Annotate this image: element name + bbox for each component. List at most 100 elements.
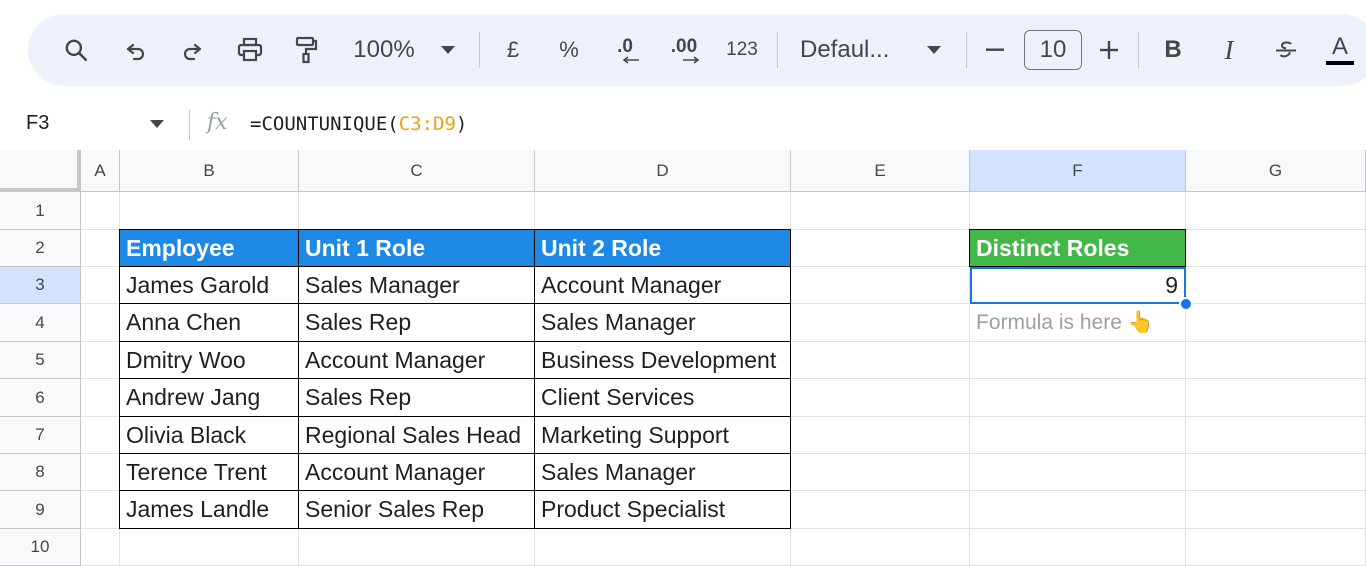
increase-font-size-button[interactable]	[1094, 14, 1124, 86]
table-cell[interactable]: Sales Manager	[534, 303, 791, 342]
column-header-d[interactable]: D	[535, 150, 791, 192]
table-cell[interactable]: Dmitry Woo	[119, 341, 299, 379]
cell[interactable]	[791, 267, 970, 304]
table-cell[interactable]: Client Services	[534, 378, 791, 417]
cell[interactable]	[970, 529, 1186, 566]
table-header-cell[interactable]: Unit 1 Role	[298, 229, 535, 267]
cell[interactable]	[970, 192, 1186, 230]
italic-button[interactable]: I	[1214, 14, 1244, 86]
print-button[interactable]	[230, 14, 270, 86]
cell[interactable]	[1186, 342, 1366, 379]
table-cell[interactable]: Sales Rep	[298, 303, 535, 342]
column-header-e[interactable]: E	[791, 150, 970, 192]
cell[interactable]	[81, 491, 120, 529]
cell[interactable]	[970, 379, 1186, 417]
table-cell[interactable]: James Landle	[119, 490, 299, 529]
decrease-decimal-button[interactable]: .0	[608, 14, 642, 86]
cell[interactable]	[791, 342, 970, 379]
cell[interactable]	[81, 230, 120, 267]
table-cell[interactable]: Sales Manager	[534, 453, 791, 491]
more-formats-button[interactable]: 123	[720, 14, 764, 86]
row-header-8[interactable]: 8	[0, 454, 81, 491]
table-header-cell[interactable]: Employee	[119, 229, 299, 267]
cell[interactable]	[81, 454, 120, 491]
table-header-cell[interactable]: Unit 2 Role	[534, 229, 791, 267]
cell[interactable]	[791, 192, 970, 230]
cell[interactable]	[299, 529, 535, 566]
cell[interactable]	[791, 379, 970, 417]
zoom-select[interactable]: 100%	[346, 14, 422, 86]
cell[interactable]	[1186, 529, 1366, 566]
row-header-3[interactable]: 3	[0, 267, 81, 304]
text-color-button[interactable]: A	[1324, 14, 1356, 86]
row-header-4[interactable]: 4	[0, 304, 81, 342]
caret-down-icon[interactable]	[150, 120, 164, 128]
row-header-1[interactable]: 1	[0, 192, 81, 230]
formula-input[interactable]: =COUNTUNIQUE(C3:D9)	[250, 113, 467, 135]
cell[interactable]	[970, 491, 1186, 529]
cell[interactable]	[970, 342, 1186, 379]
table-cell[interactable]: Terence Trent	[119, 453, 299, 491]
row-header-5[interactable]: 5	[0, 342, 81, 379]
fill-handle[interactable]	[1179, 297, 1193, 311]
cell[interactable]	[791, 230, 970, 267]
table-cell[interactable]: Product Specialist	[534, 490, 791, 529]
cell[interactable]	[791, 454, 970, 491]
row-header-7[interactable]: 7	[0, 417, 81, 454]
cell[interactable]	[535, 529, 791, 566]
column-header-a[interactable]: A	[81, 150, 120, 192]
cell[interactable]	[81, 342, 120, 379]
cell[interactable]	[120, 192, 299, 230]
cell[interactable]	[81, 192, 120, 230]
column-header-g[interactable]: G	[1186, 150, 1366, 192]
bold-button[interactable]: B	[1158, 14, 1188, 86]
cell[interactable]	[791, 417, 970, 454]
cell[interactable]	[1186, 379, 1366, 417]
result-value-cell[interactable]: 9	[970, 267, 1186, 304]
table-cell[interactable]: Sales Rep	[298, 378, 535, 417]
cell[interactable]	[81, 379, 120, 417]
cell[interactable]	[791, 491, 970, 529]
column-header-b[interactable]: B	[120, 150, 299, 192]
select-all-corner[interactable]	[0, 150, 81, 192]
table-cell[interactable]: Sales Manager	[298, 266, 535, 304]
font-size-input[interactable]: 10	[1023, 14, 1083, 86]
column-header-f[interactable]: F	[970, 150, 1186, 192]
cell[interactable]	[970, 417, 1186, 454]
cell[interactable]	[81, 304, 120, 342]
table-cell[interactable]: Account Manager	[534, 266, 791, 304]
table-cell[interactable]: Senior Sales Rep	[298, 490, 535, 529]
row-header-2[interactable]: 2	[0, 230, 81, 267]
font-select[interactable]: Defaul...	[800, 14, 908, 86]
cell[interactable]	[1186, 192, 1366, 230]
zoom-dropdown[interactable]	[434, 14, 462, 86]
decrease-font-size-button[interactable]	[980, 14, 1010, 86]
table-cell[interactable]: Andrew Jang	[119, 378, 299, 417]
table-cell[interactable]: James Garold	[119, 266, 299, 304]
row-header-10[interactable]: 10	[0, 529, 81, 566]
percent-format-button[interactable]: %	[554, 14, 584, 86]
table-cell[interactable]: Anna Chen	[119, 303, 299, 342]
cell[interactable]	[791, 304, 970, 342]
table-cell[interactable]: Regional Sales Head	[298, 416, 535, 454]
result-header-cell[interactable]: Distinct Roles	[969, 229, 1186, 267]
table-cell[interactable]: Account Manager	[298, 341, 535, 379]
cell[interactable]	[81, 267, 120, 304]
strikethrough-button[interactable]	[1270, 14, 1302, 86]
undo-button[interactable]	[118, 14, 154, 86]
font-dropdown[interactable]	[920, 14, 948, 86]
table-cell[interactable]: Marketing Support	[534, 416, 791, 454]
cell[interactable]	[535, 192, 791, 230]
cell[interactable]	[1186, 304, 1366, 342]
currency-format-button[interactable]: £	[498, 14, 528, 86]
column-header-c[interactable]: C	[299, 150, 535, 192]
row-header-9[interactable]: 9	[0, 491, 81, 529]
cell[interactable]	[1186, 454, 1366, 491]
cell[interactable]	[1186, 267, 1366, 304]
cell[interactable]	[299, 192, 535, 230]
cell[interactable]	[970, 454, 1186, 491]
cell[interactable]	[81, 529, 120, 566]
cell[interactable]	[81, 417, 120, 454]
table-cell[interactable]: Account Manager	[298, 453, 535, 491]
table-cell[interactable]: Olivia Black	[119, 416, 299, 454]
